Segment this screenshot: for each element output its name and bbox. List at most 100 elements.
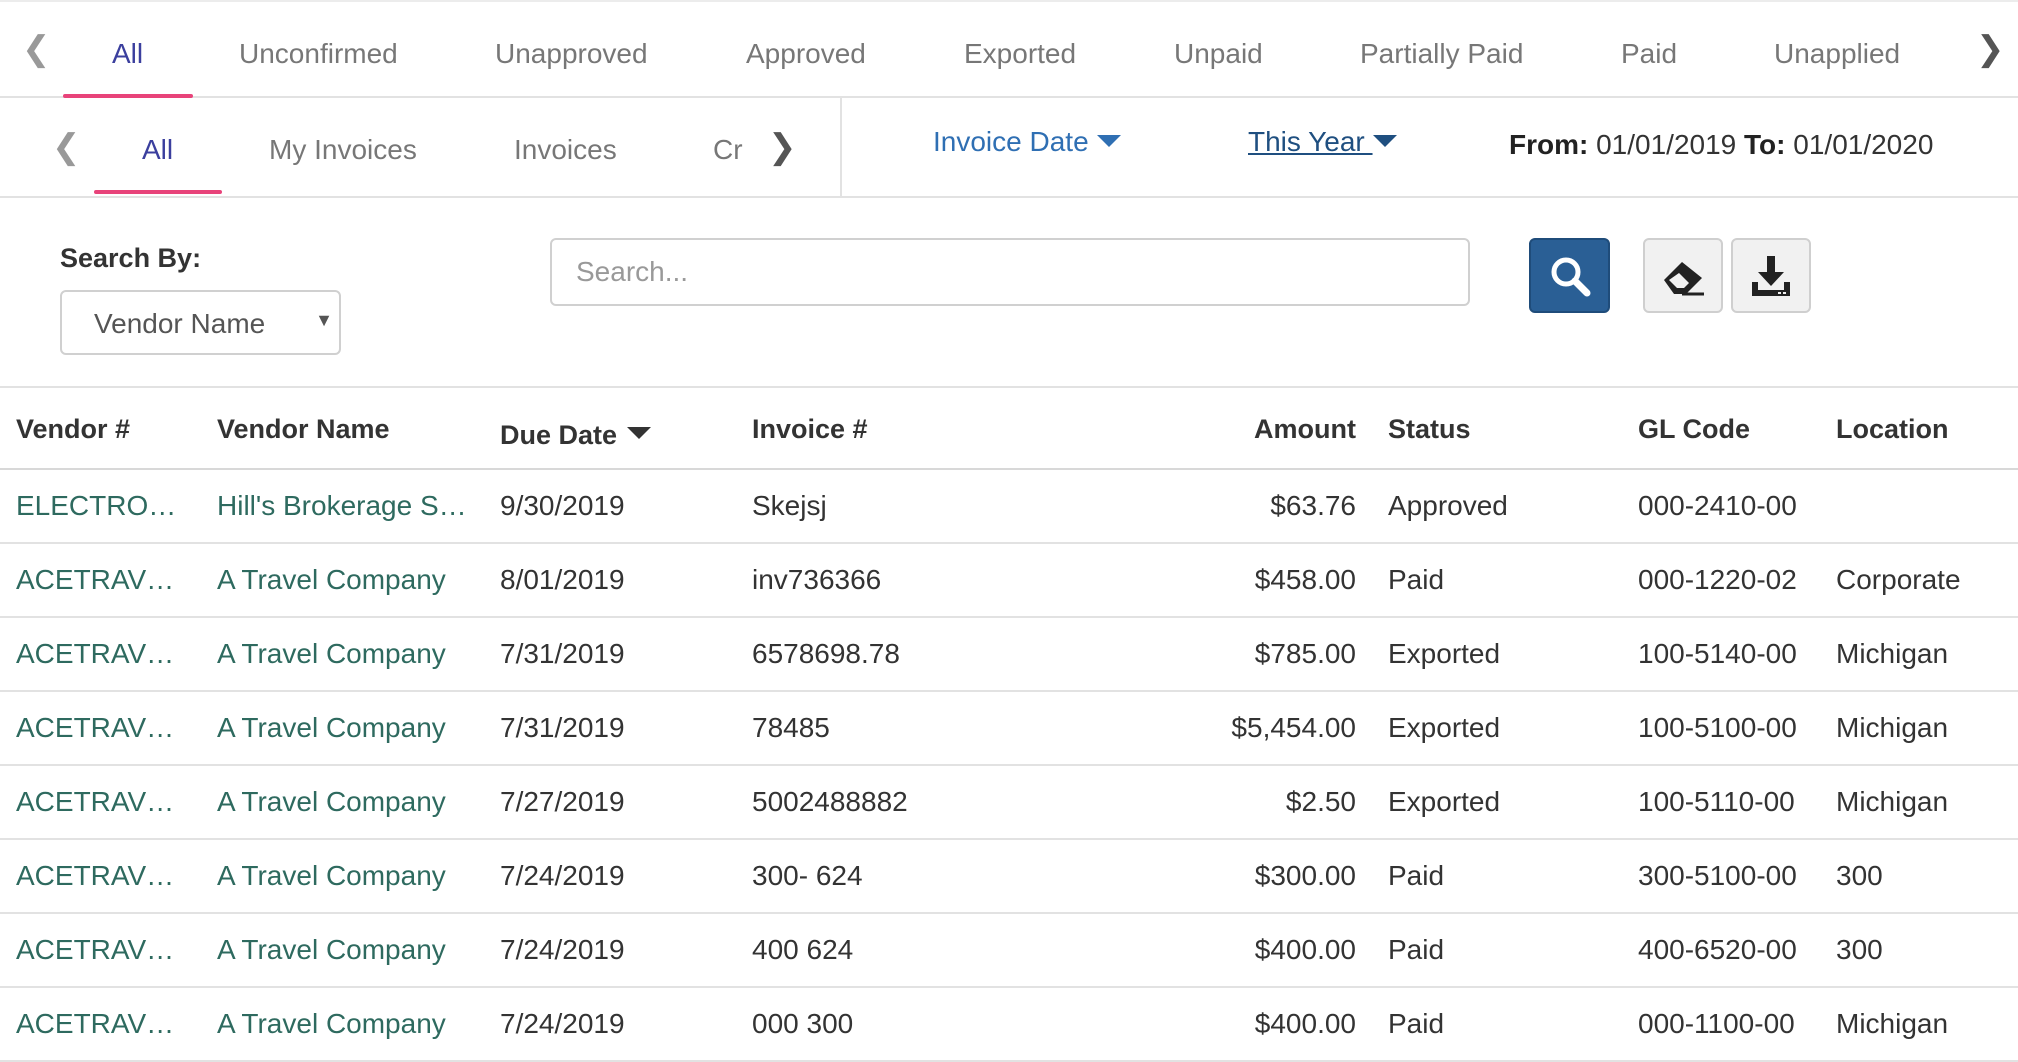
amount-cell: $400.00 bbox=[1254, 934, 1356, 965]
gl-code-cell: 100-5110-00 bbox=[1638, 786, 1795, 817]
vendor-name-cell[interactable]: Hill's Brokerage S… bbox=[217, 490, 470, 522]
type-tab-all[interactable]: All bbox=[142, 134, 173, 166]
invoice-no-cell: 400 624 bbox=[752, 934, 854, 965]
location-cell: 300 bbox=[1836, 934, 1883, 965]
date-period-dropdown[interactable]: This Year bbox=[1248, 126, 1397, 158]
from-value: 01/01/2019 bbox=[1596, 129, 1737, 160]
caret-down-icon: ▼ bbox=[315, 310, 333, 330]
status-tab-unapproved[interactable]: Unapproved bbox=[495, 38, 648, 70]
column-header-gl-code[interactable]: GL Code bbox=[1638, 414, 1750, 445]
date-period-label: This Year bbox=[1248, 126, 1373, 157]
search-icon bbox=[1551, 257, 1590, 296]
status-tab-unapplied[interactable]: Unapplied bbox=[1774, 38, 1900, 70]
chevron-left-icon[interactable]: ❮ bbox=[22, 32, 51, 66]
table-row[interactable]: ACETRAV… A Travel Company 7/24/2019 000 300… bbox=[0, 988, 2018, 1062]
date-field-dropdown[interactable]: Invoice Date bbox=[933, 126, 1121, 158]
column-header-amount[interactable]: Amount bbox=[1100, 414, 1356, 445]
vendor-no-cell[interactable]: ACETRAV… bbox=[16, 860, 191, 892]
status-tab-bar: ❮ All Unconfirmed Unapproved Approved Ex… bbox=[0, 0, 2018, 98]
status-cell: Paid bbox=[1388, 934, 1445, 965]
table-row[interactable]: ACETRAV… A Travel Company 7/31/2019 78485 $5… bbox=[0, 692, 2018, 766]
gl-code-cell: 000-1100-00 bbox=[1638, 1008, 1795, 1039]
type-tab-my-invoices[interactable]: My Invoices bbox=[269, 134, 417, 166]
invoice-no-cell: 300- 624 bbox=[752, 860, 863, 891]
due-date-cell: 7/24/2019 bbox=[500, 1008, 625, 1039]
search-by-select[interactable]: Vendor Name ▼ bbox=[60, 290, 341, 355]
table-row[interactable]: ACETRAV… A Travel Company 7/27/2019 5002488… bbox=[0, 766, 2018, 840]
vendor-no-cell[interactable]: ACETRAV… bbox=[16, 786, 191, 818]
status-tab-paid[interactable]: Paid bbox=[1621, 38, 1677, 70]
invoice-no-cell: Skejsj bbox=[752, 490, 827, 521]
active-type-tab-indicator bbox=[94, 190, 222, 194]
amount-cell: $458.00 bbox=[1254, 564, 1356, 595]
vendor-no-cell[interactable]: ACETRAV… bbox=[16, 638, 191, 670]
type-tab-invoices[interactable]: Invoices bbox=[514, 134, 617, 166]
status-tab-partially-paid[interactable]: Partially Paid bbox=[1360, 38, 1523, 70]
due-date-cell: 7/24/2019 bbox=[500, 934, 625, 965]
vendor-name-cell[interactable]: A Travel Company bbox=[217, 712, 470, 744]
chevron-right-icon[interactable]: ❯ bbox=[768, 130, 797, 164]
location-cell: Corporate bbox=[1836, 564, 1961, 595]
to-label: To: bbox=[1744, 129, 1786, 160]
gl-code-cell: 100-5140-00 bbox=[1638, 638, 1797, 669]
vendor-no-cell[interactable]: ACETRAV… bbox=[16, 712, 191, 744]
table-row[interactable]: ELECTRO… Hill's Brokerage S… 9/30/2019 Skej… bbox=[0, 470, 2018, 544]
amount-cell: $400.00 bbox=[1254, 1008, 1356, 1039]
table-row[interactable]: ACETRAV… A Travel Company 7/24/2019 300- 62… bbox=[0, 840, 2018, 914]
filter-divider bbox=[840, 98, 842, 198]
status-cell: Exported bbox=[1388, 638, 1501, 669]
search-input[interactable] bbox=[550, 238, 1470, 306]
status-tab-unpaid[interactable]: Unpaid bbox=[1174, 38, 1263, 70]
search-button[interactable] bbox=[1529, 238, 1610, 313]
status-tab-all[interactable]: All bbox=[112, 38, 143, 70]
vendor-name-cell[interactable]: A Travel Company bbox=[217, 564, 470, 596]
status-tab-approved[interactable]: Approved bbox=[746, 38, 866, 70]
location-cell: Michigan bbox=[1836, 638, 1949, 669]
vendor-name-cell[interactable]: A Travel Company bbox=[217, 786, 470, 818]
due-date-cell: 7/31/2019 bbox=[500, 712, 625, 743]
invoice-no-cell: inv736366 bbox=[752, 564, 882, 595]
vendor-name-cell[interactable]: A Travel Company bbox=[217, 638, 470, 670]
clear-button[interactable] bbox=[1643, 238, 1723, 313]
to-value: 01/01/2020 bbox=[1793, 129, 1934, 160]
column-header-due-date[interactable]: Due Date bbox=[500, 420, 652, 451]
status-cell: Exported bbox=[1388, 786, 1501, 817]
column-header-location[interactable]: Location bbox=[1836, 414, 1949, 445]
eraser-icon bbox=[1664, 261, 1704, 295]
vendor-name-cell[interactable]: A Travel Company bbox=[217, 1008, 470, 1040]
gl-code-cell: 400-6520-00 bbox=[1638, 934, 1797, 965]
table-row[interactable]: ACETRAV… A Travel Company 8/01/2019 inv7363… bbox=[0, 544, 2018, 618]
vendor-name-cell[interactable]: A Travel Company bbox=[217, 934, 470, 966]
status-cell: Paid bbox=[1388, 860, 1445, 891]
vendor-no-cell[interactable]: ELECTRO… bbox=[16, 490, 191, 522]
sort-desc-icon bbox=[627, 426, 652, 439]
chevron-right-icon[interactable]: ❯ bbox=[1976, 32, 2005, 66]
chevron-left-icon[interactable]: ❮ bbox=[52, 130, 81, 164]
search-by-value: Vendor Name bbox=[94, 308, 266, 339]
vendor-no-cell[interactable]: ACETRAV… bbox=[16, 934, 191, 966]
column-header-invoice-no[interactable]: Invoice # bbox=[752, 414, 868, 445]
search-by-label: Search By: bbox=[60, 243, 202, 273]
table-row[interactable]: ACETRAV… A Travel Company 7/31/2019 6578698… bbox=[0, 618, 2018, 692]
amount-cell: $300.00 bbox=[1254, 860, 1356, 891]
vendor-no-cell[interactable]: ACETRAV… bbox=[16, 1008, 191, 1040]
due-date-cell: 9/30/2019 bbox=[500, 490, 625, 521]
type-tab-credits[interactable]: Cr bbox=[713, 134, 745, 166]
caret-down-icon bbox=[1096, 134, 1121, 147]
date-range: From: 01/01/2019 To: 01/01/2020 bbox=[1509, 129, 1933, 161]
download-button[interactable] bbox=[1731, 238, 1811, 313]
status-tab-unconfirmed[interactable]: Unconfirmed bbox=[239, 38, 398, 70]
column-header-status[interactable]: Status bbox=[1388, 414, 1471, 445]
vendor-no-cell[interactable]: ACETRAV… bbox=[16, 564, 191, 596]
status-cell: Paid bbox=[1388, 564, 1445, 595]
date-field-label: Invoice Date bbox=[933, 126, 1089, 157]
gl-code-cell: 000-1220-02 bbox=[1638, 564, 1797, 595]
due-date-header-label: Due Date bbox=[500, 420, 618, 450]
vendor-name-cell[interactable]: A Travel Company bbox=[217, 860, 470, 892]
gl-code-cell: 300-5100-00 bbox=[1638, 860, 1797, 891]
column-header-vendor-name[interactable]: Vendor Name bbox=[217, 414, 390, 445]
gl-code-cell: 100-5100-00 bbox=[1638, 712, 1797, 743]
column-header-vendor-no[interactable]: Vendor # bbox=[16, 414, 130, 445]
status-tab-exported[interactable]: Exported bbox=[964, 38, 1076, 70]
table-row[interactable]: ACETRAV… A Travel Company 7/24/2019 400 624… bbox=[0, 914, 2018, 988]
